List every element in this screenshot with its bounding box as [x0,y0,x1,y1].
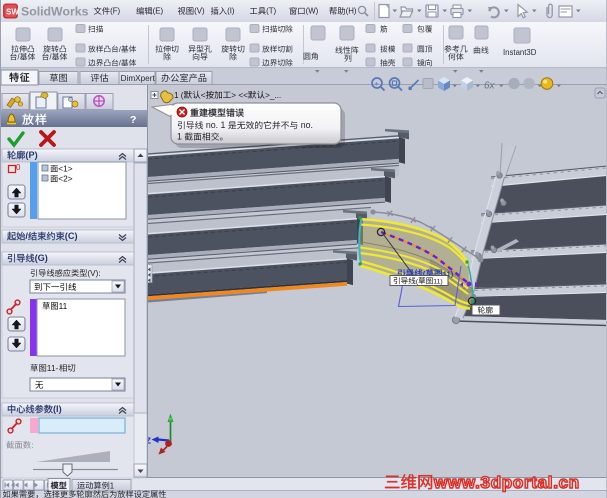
svg-text:> <<: > << [231,91,248,100]
svg-text:(V):: (V): [87,269,100,278]
svg-text:1 (: 1 ( [174,91,184,100]
svg-text:1: 1 [110,482,114,491]
svg-text:11: 11 [59,301,68,311]
svg-text:0: 0 [16,163,21,172]
svg-text:/: / [25,231,28,241]
svg-text:1: 1 [177,132,184,142]
svg-text:www.3dportal.cn: www.3dportal.cn [433,473,580,492]
svg-text:11): 11) [433,279,442,286]
svg-text:11-: 11- [47,363,59,373]
svg-text:(E): (E) [153,7,164,16]
svg-text:(I): (I) [227,7,235,16]
svg-text:6x: 6x [484,81,496,92]
svg-text:?: ? [130,114,136,126]
svg-text:(I): (I) [53,404,62,414]
svg-text:(G): (G) [35,253,48,263]
svg-text:<2>: <2> [58,174,72,184]
svg-text:no.: no. [298,120,313,130]
svg-text:+: + [374,79,379,88]
svg-text:DimXpert: DimXpert [121,74,156,83]
svg-text:(W): (W) [306,7,319,16]
svg-text::: : [31,440,33,450]
svg-text:(F): (F) [110,7,120,16]
svg-text:>_...: >_... [265,91,281,100]
svg-text:Instant3D: Instant3D [503,48,537,57]
svg-text:no. 1: no. 1 [203,120,227,130]
svg-text:(P): (P) [25,150,37,160]
svg-text:(C): (C) [65,231,78,241]
svg-text:(V): (V) [194,7,205,16]
svg-text:SolidWorks: SolidWorks [21,4,89,18]
svg-text:SW: SW [6,8,19,17]
svg-text:(H): (H) [346,7,357,16]
svg-text:<1>: <1> [58,164,72,174]
svg-text:(T): (T) [266,7,276,16]
svg-text:<: < [201,91,206,100]
